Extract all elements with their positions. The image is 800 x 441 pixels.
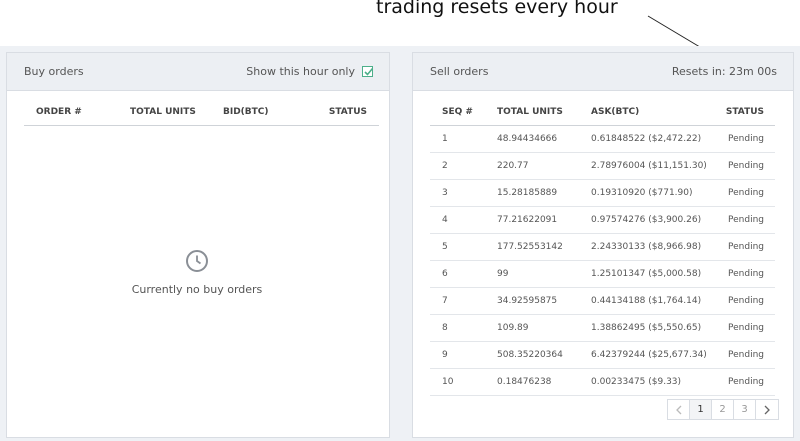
row-status: Pending [709, 152, 775, 180]
show-hour-toggle[interactable]: Show this hour only [246, 65, 374, 78]
table-row[interactable]: 6 99 1.25101347 ($5,000.58) Pending [430, 260, 775, 288]
buy-orders-title: Buy orders [24, 65, 84, 78]
buy-orders-empty-state: Currently no buy orders [7, 249, 387, 296]
table-row[interactable]: 8 109.89 1.38862495 ($5,550.65) Pending [430, 314, 775, 342]
buy-col-units[interactable]: TOTAL UNITS [130, 99, 223, 126]
table-row[interactable]: 1 48.94434666 0.61848522 ($2,472.22) Pen… [430, 125, 775, 153]
sell-col-seq[interactable]: SEQ # [430, 99, 497, 126]
row-units: 109.89 [497, 314, 591, 342]
page-button-2[interactable]: 2 [712, 400, 734, 419]
row-seq: 1 [430, 125, 497, 153]
chevron-left-icon [675, 405, 681, 414]
sell-orders-header: Sell orders Resets in: 23m 00s [413, 53, 793, 91]
page-button-1[interactable]: 1 [690, 400, 712, 419]
table-row[interactable]: 10 0.18476238 0.00233475 ($9.33) Pending [430, 368, 775, 396]
row-ask: 2.24330133 ($8,966.98) [591, 233, 709, 261]
row-seq: 6 [430, 260, 497, 288]
row-seq: 10 [430, 368, 497, 396]
table-row[interactable]: 3 15.28185889 0.19310920 ($771.90) Pendi… [430, 179, 775, 207]
row-seq: 2 [430, 152, 497, 180]
row-status: Pending [709, 341, 775, 369]
row-units: 0.18476238 [497, 368, 591, 396]
row-ask: 1.25101347 ($5,000.58) [591, 260, 709, 288]
resets-timer: Resets in: 23m 00s [671, 65, 777, 78]
row-seq: 7 [430, 287, 497, 315]
buy-col-status[interactable]: STATUS [313, 99, 379, 126]
row-ask: 0.97574276 ($3,900.26) [591, 206, 709, 234]
row-status: Pending [709, 125, 775, 153]
row-units: 220.77 [497, 152, 591, 180]
sell-col-ask[interactable]: ASK(BTC) [591, 99, 709, 126]
row-status: Pending [709, 314, 775, 342]
row-ask: 0.19310920 ($771.90) [591, 179, 709, 207]
sell-orders-table: SEQ # TOTAL UNITS ASK(BTC) STATUS 1 48.9… [430, 99, 775, 396]
table-row[interactable]: 2 220.77 2.78976004 ($11,151.30) Pending [430, 152, 775, 180]
sell-orders-panel: Sell orders Resets in: 23m 00s SEQ # TOT… [412, 52, 794, 438]
show-hour-checkbox[interactable] [362, 66, 374, 77]
show-hour-label: Show this hour only [246, 65, 355, 78]
row-units: 99 [497, 260, 591, 288]
row-status: Pending [709, 206, 775, 234]
annotation-callout: trading resets every hour [376, 0, 618, 18]
table-row[interactable]: 7 34.92595875 0.44134188 ($1,764.14) Pen… [430, 287, 775, 315]
table-row[interactable]: 9 508.35220364 6.42379244 ($25,677.34) P… [430, 341, 775, 369]
sell-col-status[interactable]: STATUS [709, 99, 775, 126]
table-row[interactable]: 4 77.21622091 0.97574276 ($3,900.26) Pen… [430, 206, 775, 234]
row-units: 508.35220364 [497, 341, 591, 369]
row-units: 48.94434666 [497, 125, 591, 153]
chevron-right-icon [764, 405, 770, 414]
buy-table-header-row: ORDER # TOTAL UNITS BID(BTC) STATUS [24, 99, 379, 126]
prev-page-button[interactable] [668, 400, 690, 419]
row-seq: 8 [430, 314, 497, 342]
row-units: 177.52553142 [497, 233, 591, 261]
buy-col-bid[interactable]: BID(BTC) [223, 99, 313, 126]
row-seq: 5 [430, 233, 497, 261]
clock-icon [186, 250, 208, 272]
row-units: 34.92595875 [497, 287, 591, 315]
row-status: Pending [709, 260, 775, 288]
row-seq: 4 [430, 206, 497, 234]
sell-col-units[interactable]: TOTAL UNITS [497, 99, 591, 126]
buy-orders-header: Buy orders Show this hour only [7, 53, 389, 91]
buy-orders-panel: Buy orders Show this hour only ORDER # T… [6, 52, 390, 438]
row-ask: 1.38862495 ($5,550.65) [591, 314, 709, 342]
row-units: 15.28185889 [497, 179, 591, 207]
next-page-button[interactable] [756, 400, 778, 419]
checkmark-icon [364, 67, 374, 76]
row-status: Pending [709, 368, 775, 396]
row-status: Pending [709, 287, 775, 315]
table-row[interactable]: 5 177.52553142 2.24330133 ($8,966.98) Pe… [430, 233, 775, 261]
pagination: 1 2 3 [667, 399, 779, 420]
row-status: Pending [709, 179, 775, 207]
row-ask: 2.78976004 ($11,151.30) [591, 152, 709, 180]
empty-message: Currently no buy orders [131, 283, 263, 296]
row-ask: 0.61848522 ($2,472.22) [591, 125, 709, 153]
row-seq: 9 [430, 341, 497, 369]
page-button-3[interactable]: 3 [734, 400, 756, 419]
sell-orders-title: Sell orders [430, 65, 489, 78]
row-ask: 0.00233475 ($9.33) [591, 368, 709, 396]
buy-col-order[interactable]: ORDER # [24, 99, 130, 126]
row-ask: 6.42379244 ($25,677.34) [591, 341, 709, 369]
row-ask: 0.44134188 ($1,764.14) [591, 287, 709, 315]
row-seq: 3 [430, 179, 497, 207]
row-units: 77.21622091 [497, 206, 591, 234]
sell-table-header-row: SEQ # TOTAL UNITS ASK(BTC) STATUS [430, 99, 775, 126]
buy-orders-table: ORDER # TOTAL UNITS BID(BTC) STATUS [24, 99, 379, 126]
row-status: Pending [709, 233, 775, 261]
